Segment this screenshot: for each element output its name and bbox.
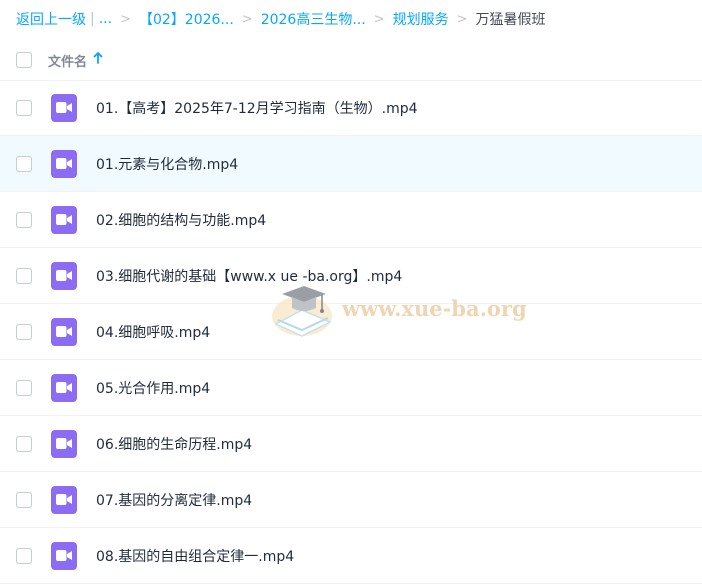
column-filename-label: 文件名 [48,54,88,70]
row-checkbox[interactable] [16,435,32,452]
row-checkbox[interactable] [16,155,32,172]
video-file-icon [51,373,77,402]
file-name[interactable]: 01.【高考】2025年7-12月学习指南（生物）.mp4 [96,98,418,118]
file-row[interactable]: 05.光合作用.mp4 [0,360,702,416]
row-checkbox[interactable] [16,491,32,508]
breadcrumb-item[interactable]: 2026高三生物... [261,9,366,29]
file-name[interactable]: 08.基因的自由组合定律一.mp4 [96,546,294,566]
row-checkbox[interactable] [16,547,32,564]
chevron-right-icon: > [373,11,385,27]
breadcrumb-ellipsis[interactable]: ... [99,11,112,27]
file-name[interactable]: 06.细胞的生命历程.mp4 [96,434,252,454]
file-name[interactable]: 07.基因的分离定律.mp4 [96,490,252,510]
row-checkbox[interactable] [16,379,32,396]
breadcrumb-item[interactable]: 规划服务 [393,9,449,29]
file-list: 01.【高考】2025年7-12月学习指南（生物）.mp4 01.元素与化合物.… [0,80,702,584]
video-file-icon [51,149,77,178]
breadcrumb-item[interactable]: 【02】2026... [139,9,234,29]
file-row[interactable]: 06.细胞的生命历程.mp4 [0,416,702,472]
column-filename[interactable]: 文件名 [48,51,103,70]
video-file-icon [51,541,77,570]
row-checkbox[interactable] [16,323,32,340]
file-list-header: 文件名 [0,40,702,81]
breadcrumb-current: 万猛暑假班 [475,12,546,28]
back-link[interactable]: 返回上一级 [16,9,86,29]
file-row[interactable]: 01.【高考】2025年7-12月学习指南（生物）.mp4 [0,80,702,136]
file-name[interactable]: 05.光合作用.mp4 [96,378,210,398]
breadcrumb-divider: | [90,11,95,27]
file-row[interactable]: 01.元素与化合物.mp4 [0,136,702,192]
video-file-icon [51,429,77,458]
video-file-icon [51,93,77,122]
file-name[interactable]: 03.细胞代谢的基础【www.x ue -ba.org】.mp4 [96,266,402,286]
video-file-icon [51,317,77,346]
file-name[interactable]: 01.元素与化合物.mp4 [96,154,238,174]
chevron-right-icon: > [456,11,468,27]
file-row[interactable]: 08.基因的自由组合定律一.mp4 [0,528,702,584]
video-file-icon [51,261,77,290]
breadcrumb: 返回上一级 | ... > 【02】2026... > 2026高三生物... … [16,8,702,30]
select-all-checkbox[interactable] [16,52,32,68]
file-row[interactable]: 02.细胞的结构与功能.mp4 [0,192,702,248]
row-checkbox[interactable] [16,99,32,116]
video-file-icon [51,205,77,234]
file-row[interactable]: 03.细胞代谢的基础【www.x ue -ba.org】.mp4 [0,248,702,304]
row-checkbox[interactable] [16,267,32,284]
chevron-right-icon: > [241,11,253,27]
chevron-right-icon: > [120,11,131,27]
file-row[interactable]: 04.细胞呼吸.mp4 [0,304,702,360]
sort-ascending-icon[interactable] [93,52,103,68]
video-file-icon [51,485,77,514]
file-name[interactable]: 02.细胞的结构与功能.mp4 [96,210,266,230]
file-row[interactable]: 07.基因的分离定律.mp4 [0,472,702,528]
row-checkbox[interactable] [16,211,32,228]
file-name[interactable]: 04.细胞呼吸.mp4 [96,322,210,342]
